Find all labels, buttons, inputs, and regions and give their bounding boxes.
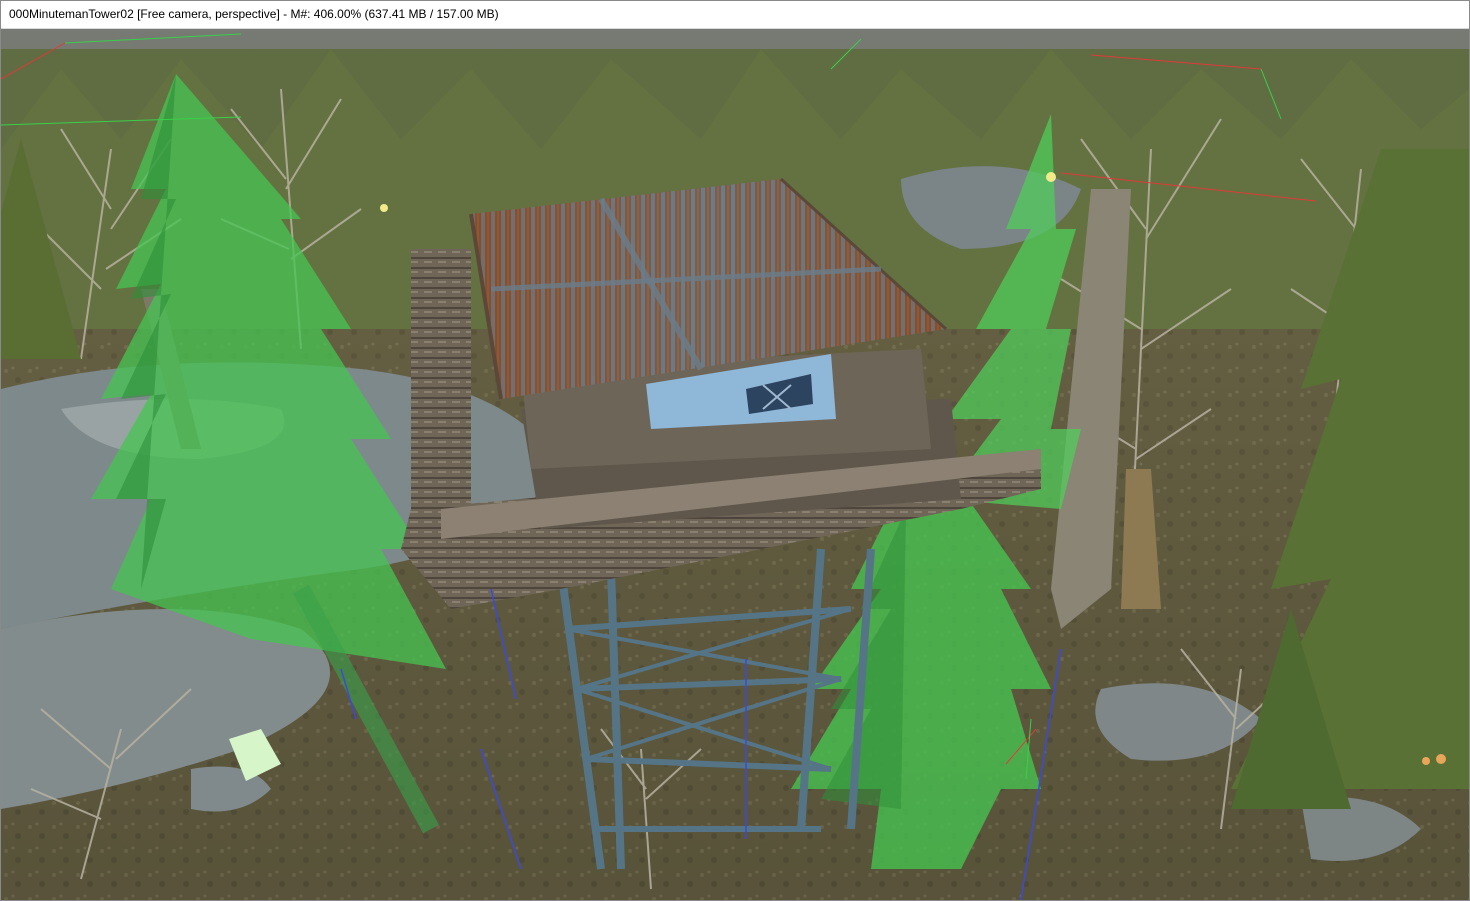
window-title: 000MinutemanTower02 [Free camera, perspe… — [9, 7, 499, 21]
light-sprite — [1422, 757, 1430, 765]
editor-window: 000MinutemanTower02 [Free camera, perspe… — [0, 0, 1470, 901]
light-sprite — [380, 204, 388, 212]
light-sprite — [1046, 172, 1056, 182]
light-sprite — [1436, 754, 1446, 764]
scene-render[interactable] — [1, 29, 1469, 900]
render-viewport[interactable] — [1, 29, 1469, 900]
title-bar: 000MinutemanTower02 [Free camera, perspe… — [1, 1, 1469, 29]
